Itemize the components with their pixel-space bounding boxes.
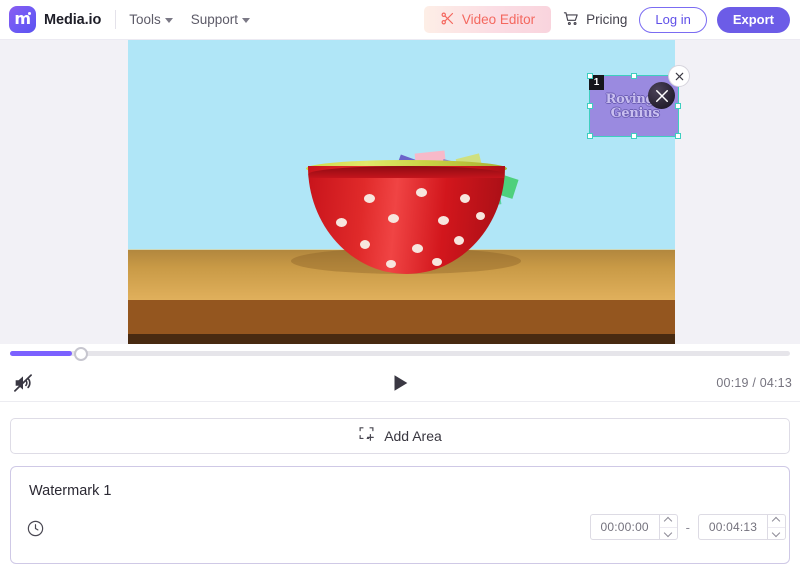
end-time-value[interactable]: 00:04:13 [699, 515, 767, 539]
start-time-spinner[interactable]: 00:00:00 [589, 514, 678, 540]
cart-icon [563, 10, 580, 30]
play-button[interactable] [389, 372, 411, 394]
add-area-button[interactable]: Add Area [10, 418, 790, 454]
dashed-square-plus-icon [358, 425, 375, 447]
resize-handle-s[interactable] [631, 133, 637, 139]
resize-handle-sw[interactable] [587, 133, 593, 139]
time-range-separator: - [685, 519, 690, 535]
end-time-arrows [767, 515, 785, 539]
chevron-down-icon[interactable] [659, 526, 677, 540]
watermark-time-range: 00:00:00 - 00:04:13 [589, 514, 786, 540]
chevron-up-icon[interactable] [768, 515, 785, 527]
app-header: m Media.io Tools Support Video Editor Pr… [0, 0, 800, 40]
start-time-arrows [658, 515, 677, 540]
export-button[interactable]: Export [716, 6, 790, 33]
scissors-icon [440, 11, 455, 29]
video-table-edge [128, 334, 675, 344]
resize-handle-n[interactable] [631, 73, 637, 79]
add-area-label: Add Area [384, 428, 442, 444]
resize-handle-nw[interactable] [587, 73, 593, 79]
login-button[interactable]: Log in [639, 6, 707, 33]
end-time-spinner[interactable]: 00:04:13 [698, 514, 786, 540]
watermark-overlay[interactable]: Roving Genius 1 [587, 65, 690, 139]
time-display: 00:19 / 04:13 [716, 375, 792, 390]
brand-logo[interactable]: m Media.io [9, 6, 101, 33]
close-icon[interactable] [668, 65, 690, 87]
pricing-label: Pricing [586, 12, 628, 27]
resize-handle-se[interactable] [675, 133, 681, 139]
play-icon [394, 374, 408, 391]
chevron-down-icon[interactable] [768, 526, 785, 540]
video-stage: Roving Genius 1 [0, 40, 800, 344]
chevron-up-icon[interactable] [660, 515, 677, 527]
resize-handle-e[interactable] [675, 103, 681, 109]
crossed-tools-icon [648, 82, 675, 109]
nav-support[interactable]: Support [190, 12, 251, 27]
media-io-logo-icon: m [9, 6, 36, 33]
start-time-value[interactable]: 00:00:00 [591, 515, 659, 539]
resize-handle-w[interactable] [587, 103, 593, 109]
nav-support-label: Support [190, 12, 239, 27]
video-table-front [128, 300, 675, 334]
pricing-link[interactable]: Pricing [563, 10, 627, 30]
volume-muted-icon[interactable] [12, 372, 34, 394]
playback-progress-row [0, 344, 800, 364]
progress-fill [10, 351, 72, 356]
video-editor-button[interactable]: Video Editor [423, 6, 552, 33]
watermark-text-line2: Genius [610, 105, 660, 121]
progress-handle[interactable] [74, 347, 88, 361]
player-controls: 00:19 / 04:13 [0, 364, 800, 402]
clock-icon[interactable] [26, 519, 45, 543]
progress-slider[interactable] [10, 347, 790, 361]
chevron-down-icon [242, 18, 251, 23]
nav-tools[interactable]: Tools [129, 12, 173, 27]
header-divider [115, 10, 117, 29]
login-label: Log in [655, 12, 691, 27]
chevron-down-icon [164, 18, 173, 23]
video-editor-label: Video Editor [461, 12, 536, 27]
export-label: Export [732, 12, 774, 27]
header-actions: Video Editor Pricing Log in Export [423, 6, 790, 33]
nav-tools-label: Tools [129, 12, 161, 27]
brand-name: Media.io [44, 11, 102, 28]
watermark-panel-title: Watermark 1 [29, 483, 112, 499]
logo-dot [28, 12, 31, 15]
